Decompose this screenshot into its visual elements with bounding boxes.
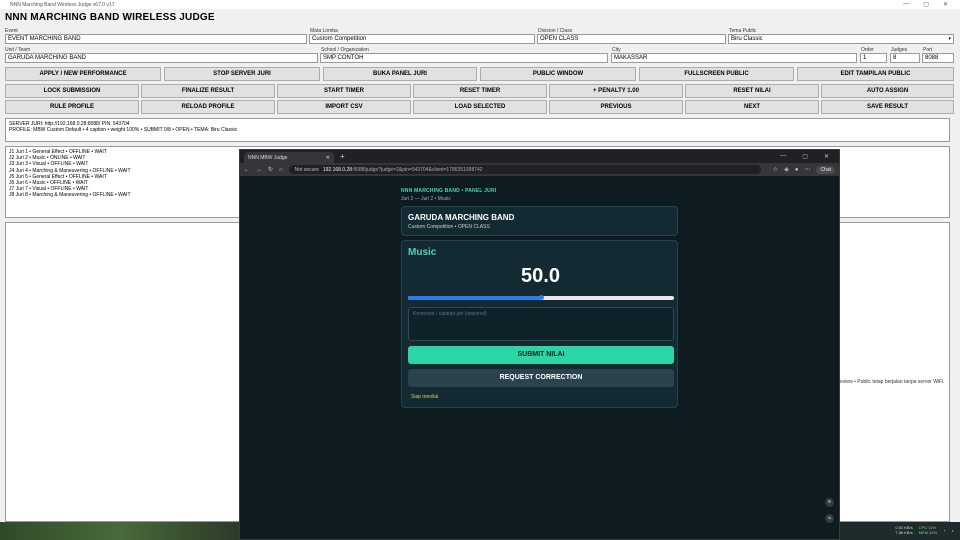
window-caption: NNN Marching Band Wireless Judge v67.0 v… (10, 1, 115, 8)
import-csv-button[interactable]: IMPORT CSV (277, 100, 411, 114)
system-tray: 0.51 KB/s 7.56 KB/s CPU 11% MEM 32% ◔ ◖ (895, 525, 954, 535)
volume-icon[interactable]: ◖ (952, 528, 954, 533)
apply-new-performance-button[interactable]: APPLY / NEW PERFORMANCE (5, 67, 161, 81)
reload-icon[interactable]: ↻ (268, 166, 273, 173)
event-field[interactable]: EVENT MARCHING BAND (5, 34, 307, 44)
address-bar[interactable]: Not secure 192.168.0.28 :8088/judge?judg… (288, 165, 761, 174)
judge-page: NNN MARCHING BAND • PANEL JURI Juri 2 — … (240, 176, 839, 539)
assistant-icon[interactable]: ☺ (825, 514, 834, 523)
slider-fill (408, 296, 541, 300)
panel-header: NNN MARCHING BAND • PANEL JURI (401, 188, 497, 194)
floating-icons: ≡ ☺ (825, 498, 834, 523)
next-button[interactable]: NEXT (685, 100, 819, 114)
reset-score-button[interactable]: RESET NILAI (685, 84, 819, 98)
penalty-button[interactable]: + PENALTY 1.00 (549, 84, 683, 98)
panel-subheader: Juri 2 — Juri 2 • Music (401, 196, 451, 202)
city-field[interactable]: MAKASSAR (611, 53, 857, 63)
browser-tabbar: NNN MBW Judge ✕ + — ▢ ✕ (240, 150, 839, 163)
browser-minimize-icon[interactable]: — (780, 153, 786, 160)
network-icon[interactable]: ◔ (943, 528, 945, 533)
profile-info-line: PROFILE: MBW Custom Default • 4 caption … (9, 127, 238, 133)
rule-profile-button[interactable]: RULE PROFILE (5, 100, 139, 114)
open-judge-panel-button[interactable]: BUKA PANEL JURI (323, 67, 477, 81)
profile-icon[interactable]: ● (795, 167, 799, 173)
minimize-button[interactable]: — (903, 1, 909, 8)
score-slider[interactable] (408, 295, 674, 300)
forward-icon[interactable]: → (256, 167, 262, 173)
score-value: 50.0 (521, 265, 560, 287)
port-field[interactable]: 8088 (922, 53, 954, 63)
chat-button[interactable]: Chat (816, 165, 835, 174)
side-note: eview • Public tetap berjalan tanpa serv… (840, 379, 945, 385)
stop-server-button[interactable]: STOP SERVER JURI (164, 67, 320, 81)
request-correction-button[interactable]: REQUEST CORRECTION (408, 369, 674, 387)
window-titlebar: NNN Marching Band Wireless Judge v67.0 v… (0, 0, 960, 9)
public-window-button[interactable]: PUBLIC WINDOW (480, 67, 636, 81)
reload-profile-button[interactable]: RELOAD PROFILE (141, 100, 275, 114)
mem-usage: MEM 32% (918, 530, 938, 535)
browser-maximize-icon[interactable]: ▢ (802, 153, 808, 160)
lock-submission-button[interactable]: LOCK SUBMISSION (5, 84, 139, 98)
star-icon[interactable]: ☆ (773, 166, 778, 173)
url-path: :8088/judge?judge=2&pin=543704&client=17… (352, 166, 483, 173)
school-field[interactable]: SMP CONTOH (320, 53, 608, 63)
close-button[interactable]: ✕ (943, 1, 948, 8)
order-field[interactable]: 1 (860, 53, 887, 63)
scoring-card: Music 50.0 Komentar / catatan juri (opsi… (401, 240, 678, 408)
judges-field[interactable]: 8 (890, 53, 920, 63)
unit-field[interactable]: GARUDA MARCHING BAND (5, 53, 318, 63)
maximize-button[interactable]: ▢ (923, 1, 929, 8)
tema-select[interactable]: Biru Classic ▾ (728, 34, 954, 44)
home-icon[interactable]: ⌂ (279, 167, 283, 173)
back-icon[interactable]: ← (244, 167, 250, 173)
tema-value: Biru Classic (731, 36, 763, 42)
chevron-down-icon: ▾ (948, 36, 951, 42)
band-name: GARUDA MARCHING BAND (408, 213, 515, 222)
browser-close-icon[interactable]: ✕ (824, 153, 829, 160)
start-timer-button[interactable]: START TIMER (277, 84, 411, 98)
comment-textarea[interactable]: Komentar / catatan juri (opsional) (408, 307, 674, 341)
browser-tab[interactable]: NNN MBW Judge ✕ (244, 152, 334, 163)
tab-title: NNN MBW Judge (248, 154, 288, 161)
load-selected-button[interactable]: LOAD SELECTED (413, 100, 547, 114)
band-subtitle: Custom Competition • OPEN CLASS (408, 224, 490, 230)
submit-score-button[interactable]: SUBMIT NILAI (408, 346, 674, 364)
not-secure-label: Not secure (294, 166, 319, 173)
reset-timer-button[interactable]: RESET TIMER (413, 84, 547, 98)
fullscreen-public-button[interactable]: FULLSCREEN PUBLIC (639, 67, 794, 81)
auto-assign-button[interactable]: AUTO ASSIGN (821, 84, 954, 98)
slider-thumb[interactable] (539, 295, 544, 300)
save-result-button[interactable]: SAVE RESULT (821, 100, 954, 114)
browser-toolbar: ← → ↻ ⌂ Not secure 192.168.0.28 :8088/ju… (240, 163, 839, 176)
net-download: 7.56 KB/s (895, 530, 913, 535)
wallpaper-strip (0, 522, 240, 540)
list-icon[interactable]: ≡ (825, 498, 834, 507)
division-field[interactable]: OPEN CLASS (537, 34, 726, 44)
app-title: NNN MARCHING BAND WIRELESS JUDGE (5, 12, 215, 23)
status-text: Siap menilai (411, 394, 439, 400)
previous-button[interactable]: PREVIOUS (549, 100, 683, 114)
extensions-icon[interactable]: ◈ (784, 166, 789, 173)
menu-icon[interactable]: ⋯ (804, 166, 810, 173)
browser-window: NNN MBW Judge ✕ + — ▢ ✕ ← → ↻ ⌂ Not secu… (239, 149, 840, 540)
mata-lomba-field[interactable]: Custom Competition (309, 34, 535, 44)
finalize-result-button[interactable]: FINALIZE RESULT (141, 84, 275, 98)
url-host: 192.168.0.28 (322, 166, 353, 173)
server-info-box: SERVER JURI: http://192.168.0.28:8088/ P… (5, 118, 950, 142)
tab-close-icon[interactable]: ✕ (326, 155, 330, 161)
edit-public-display-button[interactable]: EDIT TAMPILAN PUBLIC (797, 67, 954, 81)
caption-title: Music (408, 247, 437, 258)
new-tab-icon[interactable]: + (340, 152, 345, 161)
band-card: GARUDA MARCHING BAND Custom Competition … (401, 206, 678, 236)
